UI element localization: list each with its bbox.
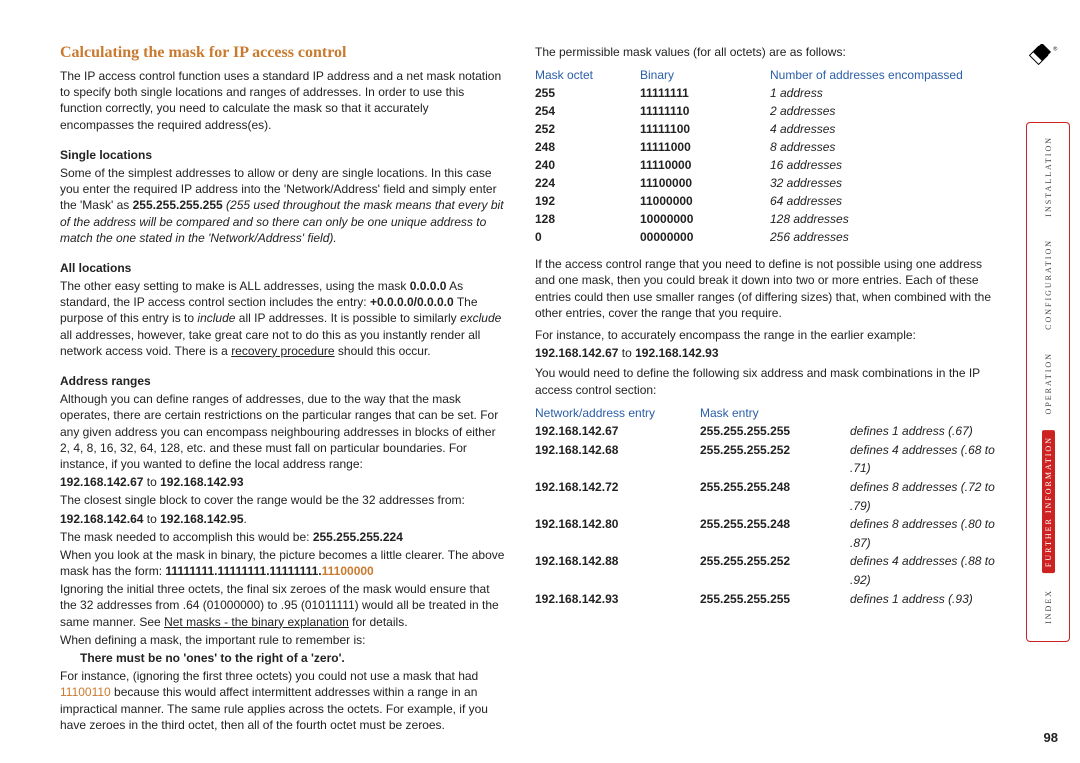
ranges-p3: The mask needed to accomplish this would… <box>60 529 505 545</box>
right-column: The permissible mask values (for all oct… <box>535 44 995 735</box>
ranges-p1: Although you can define ranges of addres… <box>60 391 505 472</box>
page-number: 98 <box>1044 730 1058 745</box>
mask-table-row: 2401111000016 addresses <box>535 156 995 174</box>
ranges-heading: Address ranges <box>60 373 505 389</box>
sidebar-installation[interactable]: INSTALLATION <box>1042 130 1055 223</box>
mask-table-row: 255111111111 address <box>535 84 995 102</box>
single-paragraph: Some of the simplest addresses to allow … <box>60 165 505 246</box>
mask-table-row: 252111111004 addresses <box>535 120 995 138</box>
combine-range: 192.168.142.67 to 192.168.142.93 <box>535 345 995 361</box>
ranges-p6: When defining a mask, the important rule… <box>60 632 505 648</box>
sidebar-further-information[interactable]: FURTHER INFORMATION <box>1042 430 1055 573</box>
range-example-2: 192.168.142.64 to 192.168.142.95. <box>60 511 505 527</box>
sidebar-operation[interactable]: OPERATION <box>1042 346 1055 420</box>
ranges-p4: When you look at the mask in binary, the… <box>60 547 505 579</box>
ranges-p2: The closest single block to cover the ra… <box>60 492 505 508</box>
svg-text:®: ® <box>1053 45 1058 52</box>
mask-table-row: 254111111102 addresses <box>535 102 995 120</box>
mask-table-row: 12810000000128 addresses <box>535 210 995 228</box>
all-heading: All locations <box>60 260 505 276</box>
recovery-link[interactable]: recovery procedure <box>231 344 334 358</box>
mask-rule: There must be no 'ones' to the right of … <box>60 650 505 666</box>
left-column: Calculating the mask for IP access contr… <box>60 44 505 735</box>
entry-table-header: Network/address entry Mask entry <box>535 404 995 423</box>
entry-table-row: 192.168.142.93255.255.255.255defines 1 a… <box>535 590 995 609</box>
page-title: Calculating the mask for IP access contr… <box>60 44 505 62</box>
combine-p3: You would need to define the following s… <box>535 365 995 397</box>
netmasks-link[interactable]: Net masks - the binary explanation <box>164 615 349 629</box>
page-content: Calculating the mask for IP access contr… <box>60 44 1020 735</box>
entry-table-row: 192.168.142.72255.255.255.248defines 8 a… <box>535 478 995 515</box>
range-example-1: 192.168.142.67 to 192.168.142.93 <box>60 474 505 490</box>
combine-p1: If the access control range that you nee… <box>535 256 995 321</box>
mask-table-header: Mask octet Binary Number of addresses en… <box>535 66 995 84</box>
combine-p2: For instance, to accurately encompass th… <box>535 327 995 343</box>
mask-table-row: 248111110008 addresses <box>535 138 995 156</box>
perm-intro: The permissible mask values (for all oct… <box>535 44 995 60</box>
mask-table-row: 000000000256 addresses <box>535 228 995 246</box>
entry-table-row: 192.168.142.88255.255.255.252defines 4 a… <box>535 552 995 589</box>
mask-table-row: 2241110000032 addresses <box>535 174 995 192</box>
intro-paragraph: The IP access control function uses a st… <box>60 68 505 133</box>
ranges-p5: Ignoring the initial three octets, the f… <box>60 581 505 630</box>
sidebar-nav: INSTALLATION CONFIGURATION OPERATION FUR… <box>1034 130 1062 630</box>
sidebar-index[interactable]: INDEX <box>1042 583 1055 630</box>
brand-logo: ® <box>1026 44 1058 76</box>
entry-table: Network/address entry Mask entry 192.168… <box>535 404 995 609</box>
entry-table-row: 192.168.142.68255.255.255.252defines 4 a… <box>535 441 995 478</box>
all-paragraph: The other easy setting to make is ALL ad… <box>60 278 505 359</box>
single-heading: Single locations <box>60 147 505 163</box>
mask-table: Mask octet Binary Number of addresses en… <box>535 66 995 246</box>
sidebar-configuration[interactable]: CONFIGURATION <box>1042 233 1055 336</box>
ranges-p7: For instance, (ignoring the first three … <box>60 668 505 733</box>
entry-table-row: 192.168.142.80255.255.255.248defines 8 a… <box>535 515 995 552</box>
entry-table-row: 192.168.142.67255.255.255.255defines 1 a… <box>535 422 995 441</box>
mask-table-row: 1921100000064 addresses <box>535 192 995 210</box>
